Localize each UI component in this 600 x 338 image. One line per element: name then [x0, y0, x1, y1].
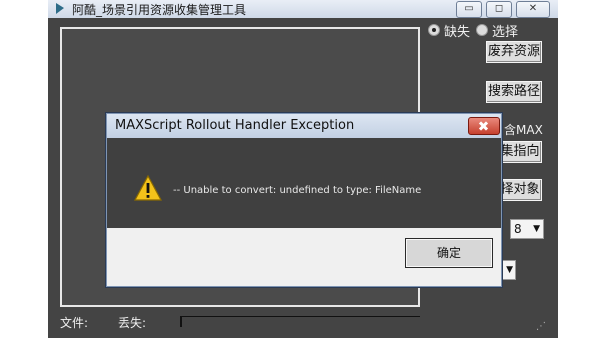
restore-button[interactable]: ◻	[486, 1, 512, 18]
warning-icon	[133, 174, 163, 201]
select-radio-label: 选择	[492, 25, 519, 40]
missing-radio[interactable]	[428, 24, 440, 36]
search-path-button[interactable]: 搜索路径	[486, 81, 542, 103]
dialog-close-button[interactable]	[468, 117, 500, 135]
count-combo-value: 8	[514, 222, 522, 236]
dialog-title: MAXScript Rollout Handler Exception	[115, 118, 355, 133]
file-label: 文件:	[60, 316, 89, 330]
collect-pointer-button[interactable]: 集指向	[498, 141, 542, 163]
select-radio[interactable]	[476, 24, 488, 36]
missing-radio-label: 缺失	[444, 25, 471, 40]
dialog-footer: 确定	[107, 228, 501, 286]
secondary-combo[interactable]: ▼	[500, 260, 516, 280]
include-max-label: 含MAX	[504, 123, 543, 137]
dialog-body: -- Unable to convert: undefined to type:…	[107, 138, 501, 228]
discard-button[interactable]: 废弃资源	[486, 41, 542, 63]
dialog-message: -- Unable to convert: undefined to type:…	[173, 185, 422, 196]
window-title: 阿酷_场景引用资源收集管理工具	[72, 3, 247, 17]
app-icon	[56, 3, 64, 14]
close-button[interactable]: ✕	[516, 1, 550, 18]
ok-button[interactable]: 确定	[405, 238, 493, 268]
title-bar: 阿酷_场景引用资源收集管理工具 ▭ ◻ ✕	[48, 0, 558, 18]
minimize-button[interactable]: ▭	[456, 1, 482, 18]
exception-dialog: MAXScript Rollout Handler Exception -- U…	[106, 113, 502, 287]
chevron-down-icon: ▼	[506, 265, 513, 275]
select-objects-button[interactable]: 择对象	[498, 179, 542, 201]
chevron-down-icon: ▼	[533, 224, 540, 234]
count-combo[interactable]: 8 ▼	[510, 219, 544, 239]
progress-bar	[180, 316, 420, 327]
missing-count-label: 丢失:	[118, 316, 147, 330]
dialog-title-bar: MAXScript Rollout Handler Exception	[107, 114, 501, 138]
resize-grip-icon[interactable]: ⋰	[536, 321, 546, 332]
